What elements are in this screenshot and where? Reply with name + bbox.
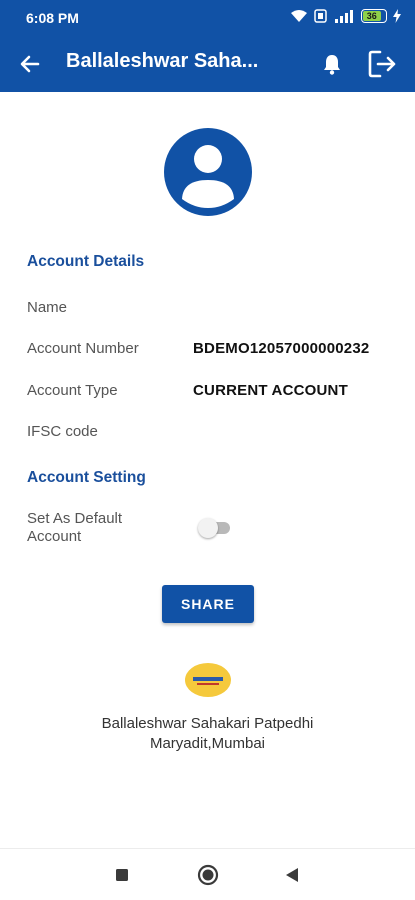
user-icon <box>164 128 252 216</box>
default-account-toggle[interactable] <box>198 517 232 539</box>
system-nav-bar <box>0 848 415 900</box>
name-label: Name <box>27 299 68 316</box>
account-type-value: CURRENT ACCOUNT <box>193 382 348 399</box>
wifi-icon <box>291 10 307 22</box>
bank-name-line2: Maryadit,Mumbai <box>149 735 266 752</box>
arrow-left-icon <box>20 55 40 73</box>
default-account-label: Set As Default Account <box>27 510 123 545</box>
app-bar: Ballaleshwar Saha... <box>0 36 415 92</box>
triangle-back-icon <box>286 868 298 882</box>
sim-icon <box>314 9 327 23</box>
toggle-thumb <box>198 518 218 538</box>
logout-button[interactable] <box>362 44 402 84</box>
avatar <box>164 128 252 216</box>
account-number-label: Account Number <box>27 340 139 357</box>
back-nav-button[interactable] <box>280 863 304 887</box>
account-type-label: Account Type <box>27 382 118 399</box>
circle-icon <box>197 864 219 886</box>
share-button[interactable]: SHARE <box>162 585 254 623</box>
bank-logo <box>184 662 232 698</box>
notifications-button[interactable] <box>316 48 348 80</box>
status-time: 6:08 PM <box>26 10 79 26</box>
square-icon <box>116 869 128 881</box>
bank-logo-icon <box>185 663 231 697</box>
bell-icon <box>324 55 340 75</box>
home-button[interactable] <box>196 863 220 887</box>
recents-button[interactable] <box>110 863 134 887</box>
logout-icon <box>368 50 396 78</box>
charging-icon <box>393 9 401 23</box>
account-number-value: BDEMO12057000000232 <box>193 340 370 357</box>
status-bar: 6:08 PM 36 <box>0 0 415 36</box>
signal-icon <box>335 10 353 23</box>
bank-name: Ballaleshwar Sahakari Patpedhi Maryadit,… <box>60 714 355 754</box>
bank-name-line1: Ballaleshwar Sahakari Patpedhi <box>101 715 314 732</box>
account-setting-heading: Account Setting <box>27 469 146 486</box>
status-icons: 36 <box>290 9 401 23</box>
ifsc-label: IFSC code <box>27 423 98 440</box>
page-title: Ballaleshwar Saha... <box>66 50 259 72</box>
back-button[interactable] <box>14 48 46 80</box>
battery-level: 36 <box>363 11 381 21</box>
account-details-heading: Account Details <box>27 253 145 270</box>
battery-icon: 36 <box>361 9 387 23</box>
